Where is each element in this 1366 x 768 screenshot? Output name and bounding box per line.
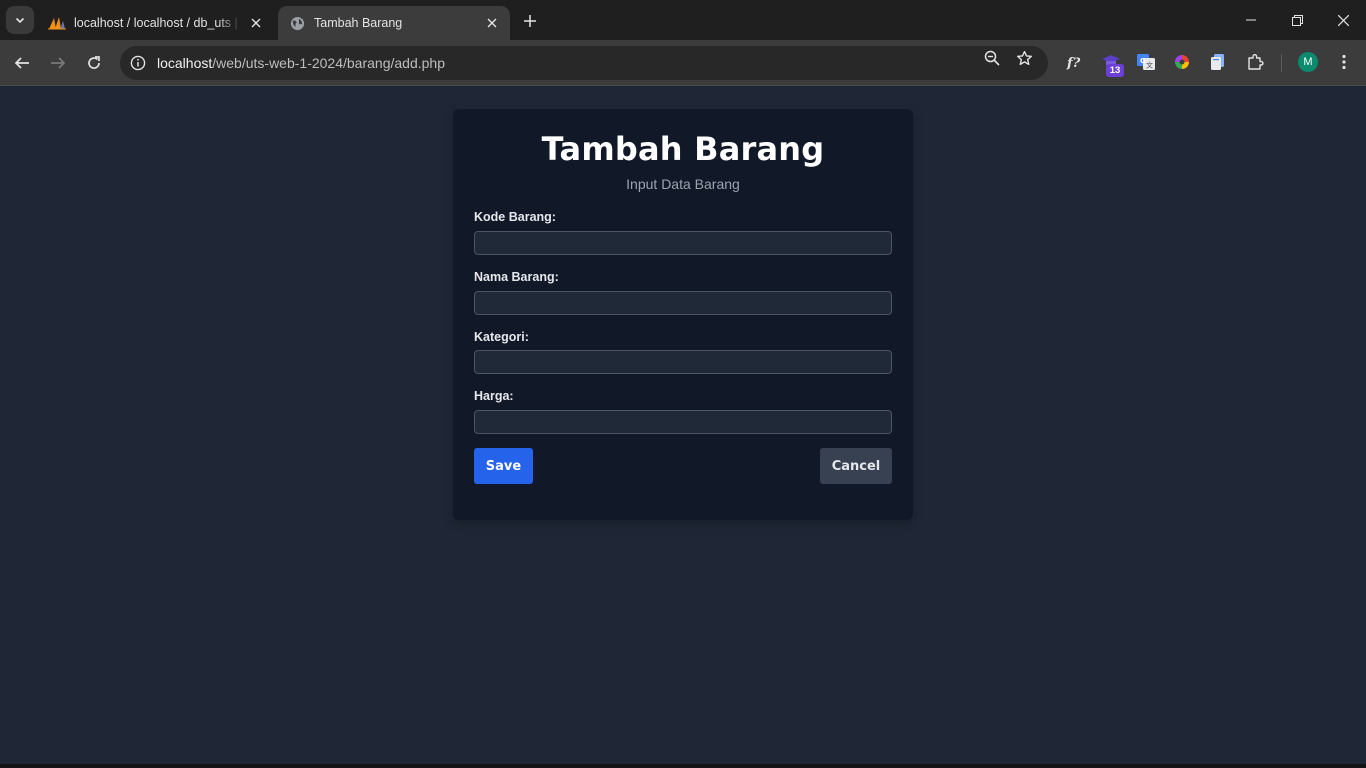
new-tab-button[interactable] — [518, 9, 542, 33]
kategori-label: Kategori: — [474, 330, 529, 344]
tab-search-button[interactable] — [6, 6, 34, 34]
tab-strip: localhost / localhost / db_uts | phpMyAd… — [0, 0, 1366, 40]
add-item-card: Tambah Barang Input Data Barang Kode Bar… — [453, 109, 913, 520]
page-subtitle: Input Data Barang — [626, 176, 740, 192]
arrow-left-icon — [14, 57, 29, 69]
phpmyadmin-icon — [48, 14, 66, 32]
harga-label: Harga: — [474, 389, 514, 403]
save-button[interactable]: Save — [474, 448, 533, 484]
more-menu-icon[interactable] — [1333, 51, 1355, 73]
globe-icon — [288, 14, 306, 32]
restore-icon — [1291, 14, 1303, 26]
minimize-icon — [1246, 19, 1256, 21]
reload-button[interactable] — [80, 49, 108, 77]
svg-text:文: 文 — [1146, 61, 1153, 70]
info-icon[interactable] — [130, 55, 146, 71]
translate-extension-icon[interactable]: G文 — [1135, 51, 1157, 73]
page-title: Tambah Barang — [541, 130, 825, 168]
close-tab-icon[interactable] — [484, 15, 500, 31]
address-bar[interactable]: localhost/web/uts-web-1-2024/barang/add.… — [120, 46, 1048, 80]
tab-title: Tambah Barang — [314, 16, 403, 30]
svg-text:f?: f? — [1066, 56, 1081, 71]
kode-barang-input[interactable] — [474, 231, 892, 255]
close-tab-icon[interactable] — [248, 15, 264, 31]
minimize-button[interactable] — [1228, 0, 1274, 40]
formula-extension-icon[interactable]: f? — [1063, 51, 1085, 73]
close-window-button[interactable] — [1320, 0, 1366, 40]
plus-icon — [524, 15, 536, 27]
nama-barang-input[interactable] — [474, 291, 892, 315]
nama-barang-label: Nama Barang: — [474, 270, 559, 284]
tab-tambah-barang[interactable]: Tambah Barang — [278, 6, 510, 40]
color-wheel-extension-icon[interactable] — [1171, 51, 1193, 73]
url-text: localhost/web/uts-web-1-2024/barang/add.… — [157, 55, 445, 71]
extension-badge: 13 — [1106, 64, 1124, 77]
kode-barang-label: Kode Barang: — [474, 210, 556, 224]
tab-title: localhost / localhost / db_uts | phpMyAd… — [74, 16, 242, 30]
arrow-right-icon — [51, 57, 66, 69]
cancel-button[interactable]: Cancel — [820, 448, 892, 484]
zoom-icon[interactable] — [982, 48, 1002, 68]
toolbar-separator — [1281, 54, 1282, 72]
bookmark-star-icon[interactable] — [1014, 48, 1034, 68]
window-bottom-edge — [0, 764, 1366, 768]
restore-button[interactable] — [1274, 0, 1320, 40]
reload-icon — [88, 56, 100, 69]
chevron-down-icon — [15, 17, 25, 24]
close-icon — [1337, 14, 1349, 26]
profile-avatar[interactable]: M — [1298, 52, 1318, 72]
tab-phpmyadmin[interactable]: localhost / localhost / db_uts | phpMyAd… — [38, 6, 274, 40]
back-button[interactable] — [8, 49, 36, 77]
harga-input[interactable] — [474, 410, 892, 434]
kategori-input[interactable] — [474, 350, 892, 374]
forward-button[interactable] — [44, 49, 72, 77]
puzzle-extensions-icon[interactable] — [1244, 51, 1266, 73]
browser-toolbar: localhost/web/uts-web-1-2024/barang/add.… — [0, 40, 1366, 86]
document-extension-icon[interactable] — [1207, 51, 1229, 73]
